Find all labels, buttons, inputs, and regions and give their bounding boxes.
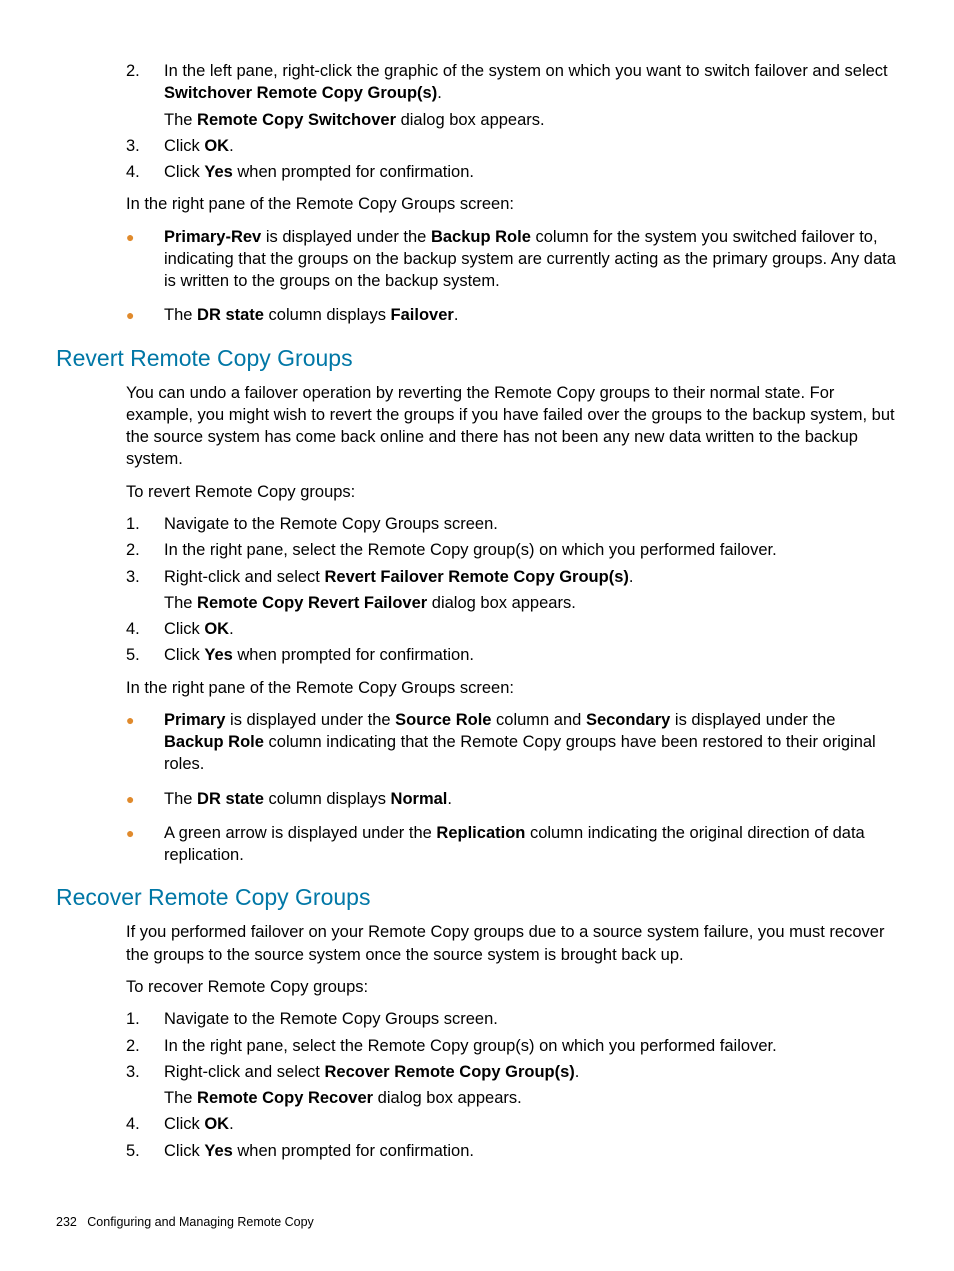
step: 1.Navigate to the Remote Copy Groups scr… [126,1008,898,1030]
step-body: Click Yes when prompted for confirmation… [164,644,898,666]
step-body: Click Yes when prompted for confirmation… [164,1140,898,1162]
bullet-body: The DR state column displays Failover. [164,304,898,326]
step-sub: The Remote Copy Switchover dialog box ap… [164,109,898,131]
recover-steps: 1.Navigate to the Remote Copy Groups scr… [126,1008,898,1162]
step: 5.Click Yes when prompted for confirmati… [126,644,898,666]
step-number: 3. [126,1061,164,1110]
step-number: 5. [126,644,164,666]
step-body: Click OK. [164,1113,898,1135]
step-number: 1. [126,1008,164,1030]
step: 2.In the left pane, right-click the grap… [126,60,898,131]
revert-steps: 1.Navigate to the Remote Copy Groups scr… [126,513,898,667]
bullet: ●The DR state column displays Failover. [126,304,898,326]
step-number: 3. [126,566,164,615]
page: 2.In the left pane, right-click the grap… [0,0,954,1271]
step-number: 5. [126,1140,164,1162]
bullet: ●Primary-Rev is displayed under the Back… [126,226,898,293]
bullet-body: A green arrow is displayed under the Rep… [164,822,898,867]
step-number: 4. [126,618,164,640]
step-sub: The Remote Copy Revert Failover dialog b… [164,592,898,614]
step: 3.Right-click and select Revert Failover… [126,566,898,615]
step-body: In the right pane, select the Remote Cop… [164,1035,898,1057]
bullet: ●Primary is displayed under the Source R… [126,709,898,776]
step: 4.Click Yes when prompted for confirmati… [126,161,898,183]
step-body: Click OK. [164,135,898,157]
bullet-icon: ● [126,788,164,810]
step-number: 3. [126,135,164,157]
step-number: 4. [126,161,164,183]
page-number: 232 [56,1215,77,1229]
step: 4.Click OK. [126,1113,898,1135]
bullet-body: Primary is displayed under the Source Ro… [164,709,898,776]
bullet-body: Primary-Rev is displayed under the Backu… [164,226,898,293]
bullet-icon: ● [126,822,164,867]
revert-intro: You can undo a failover operation by rev… [126,382,898,471]
step-body: Click Yes when prompted for confirmation… [164,161,898,183]
recover-lead: To recover Remote Copy groups: [126,976,898,998]
step-number: 4. [126,1113,164,1135]
step-body: Navigate to the Remote Copy Groups scree… [164,1008,898,1030]
step-body: In the right pane, select the Remote Cop… [164,539,898,561]
step-body: In the left pane, right-click the graphi… [164,60,898,131]
heading-recover: Recover Remote Copy Groups [56,884,898,911]
revert-lead: To revert Remote Copy groups: [126,481,898,503]
bullet: ●A green arrow is displayed under the Re… [126,822,898,867]
bullet: ●The DR state column displays Normal. [126,788,898,810]
bullet-body: The DR state column displays Normal. [164,788,898,810]
revert-follow: In the right pane of the Remote Copy Gro… [126,677,898,699]
step-body: Right-click and select Recover Remote Co… [164,1061,898,1110]
top-bullets: ●Primary-Rev is displayed under the Back… [126,226,898,327]
step-number: 1. [126,513,164,535]
step-number: 2. [126,60,164,131]
step: 2.In the right pane, select the Remote C… [126,1035,898,1057]
step: 4.Click OK. [126,618,898,640]
top-follow-para: In the right pane of the Remote Copy Gro… [126,193,898,215]
step: 1.Navigate to the Remote Copy Groups scr… [126,513,898,535]
bullet-icon: ● [126,709,164,776]
step-sub: The Remote Copy Recover dialog box appea… [164,1087,898,1109]
step: 2.In the right pane, select the Remote C… [126,539,898,561]
step-number: 2. [126,1035,164,1057]
step: 3.Right-click and select Recover Remote … [126,1061,898,1110]
step-body: Right-click and select Revert Failover R… [164,566,898,615]
step: 3.Click OK. [126,135,898,157]
footer-title: Configuring and Managing Remote Copy [87,1215,314,1229]
step-number: 2. [126,539,164,561]
bullet-icon: ● [126,304,164,326]
step-body: Navigate to the Remote Copy Groups scree… [164,513,898,535]
recover-intro: If you performed failover on your Remote… [126,921,898,966]
bullet-icon: ● [126,226,164,293]
step: 5.Click Yes when prompted for confirmati… [126,1140,898,1162]
heading-revert: Revert Remote Copy Groups [56,345,898,372]
step-body: Click OK. [164,618,898,640]
revert-bullets: ●Primary is displayed under the Source R… [126,709,898,867]
top-steps: 2.In the left pane, right-click the grap… [126,60,898,183]
page-footer: 232 Configuring and Managing Remote Copy [56,1215,314,1229]
